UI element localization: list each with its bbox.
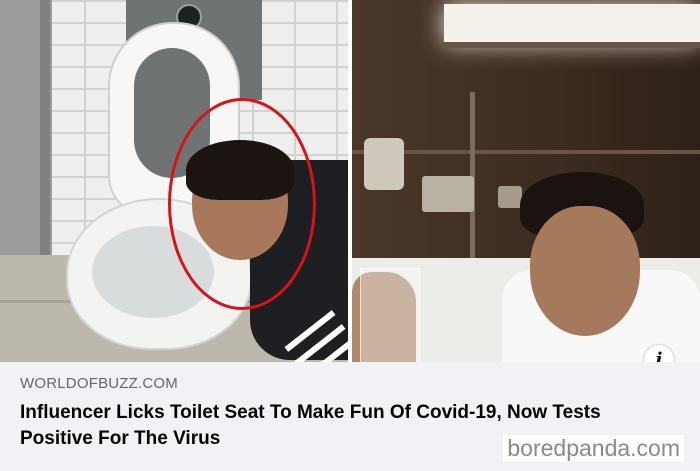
link-caption[interactable]: WORLDOFBUZZ.COM Influencer Licks Toilet … (0, 362, 700, 471)
hospital-photo (352, 0, 700, 362)
watermark: boredpanda.com (503, 435, 684, 462)
patient-face (530, 206, 640, 336)
ceiling-light (444, 4, 700, 44)
wall-outlet-panel (422, 176, 474, 212)
plastic-cup (360, 268, 420, 362)
link-source-domain: WORLDOFBUZZ.COM (20, 375, 178, 392)
preview-image-collage[interactable]: i (0, 0, 700, 375)
wall-rail (352, 150, 700, 154)
curtain-rail (442, 42, 700, 48)
wall-switch (498, 186, 522, 208)
medical-device (364, 138, 404, 190)
link-preview-card[interactable]: i WORLDOFBUZZ.COM Influencer Licks Toile… (0, 0, 700, 471)
toilet-photo (0, 0, 348, 362)
highlight-circle (168, 98, 316, 310)
